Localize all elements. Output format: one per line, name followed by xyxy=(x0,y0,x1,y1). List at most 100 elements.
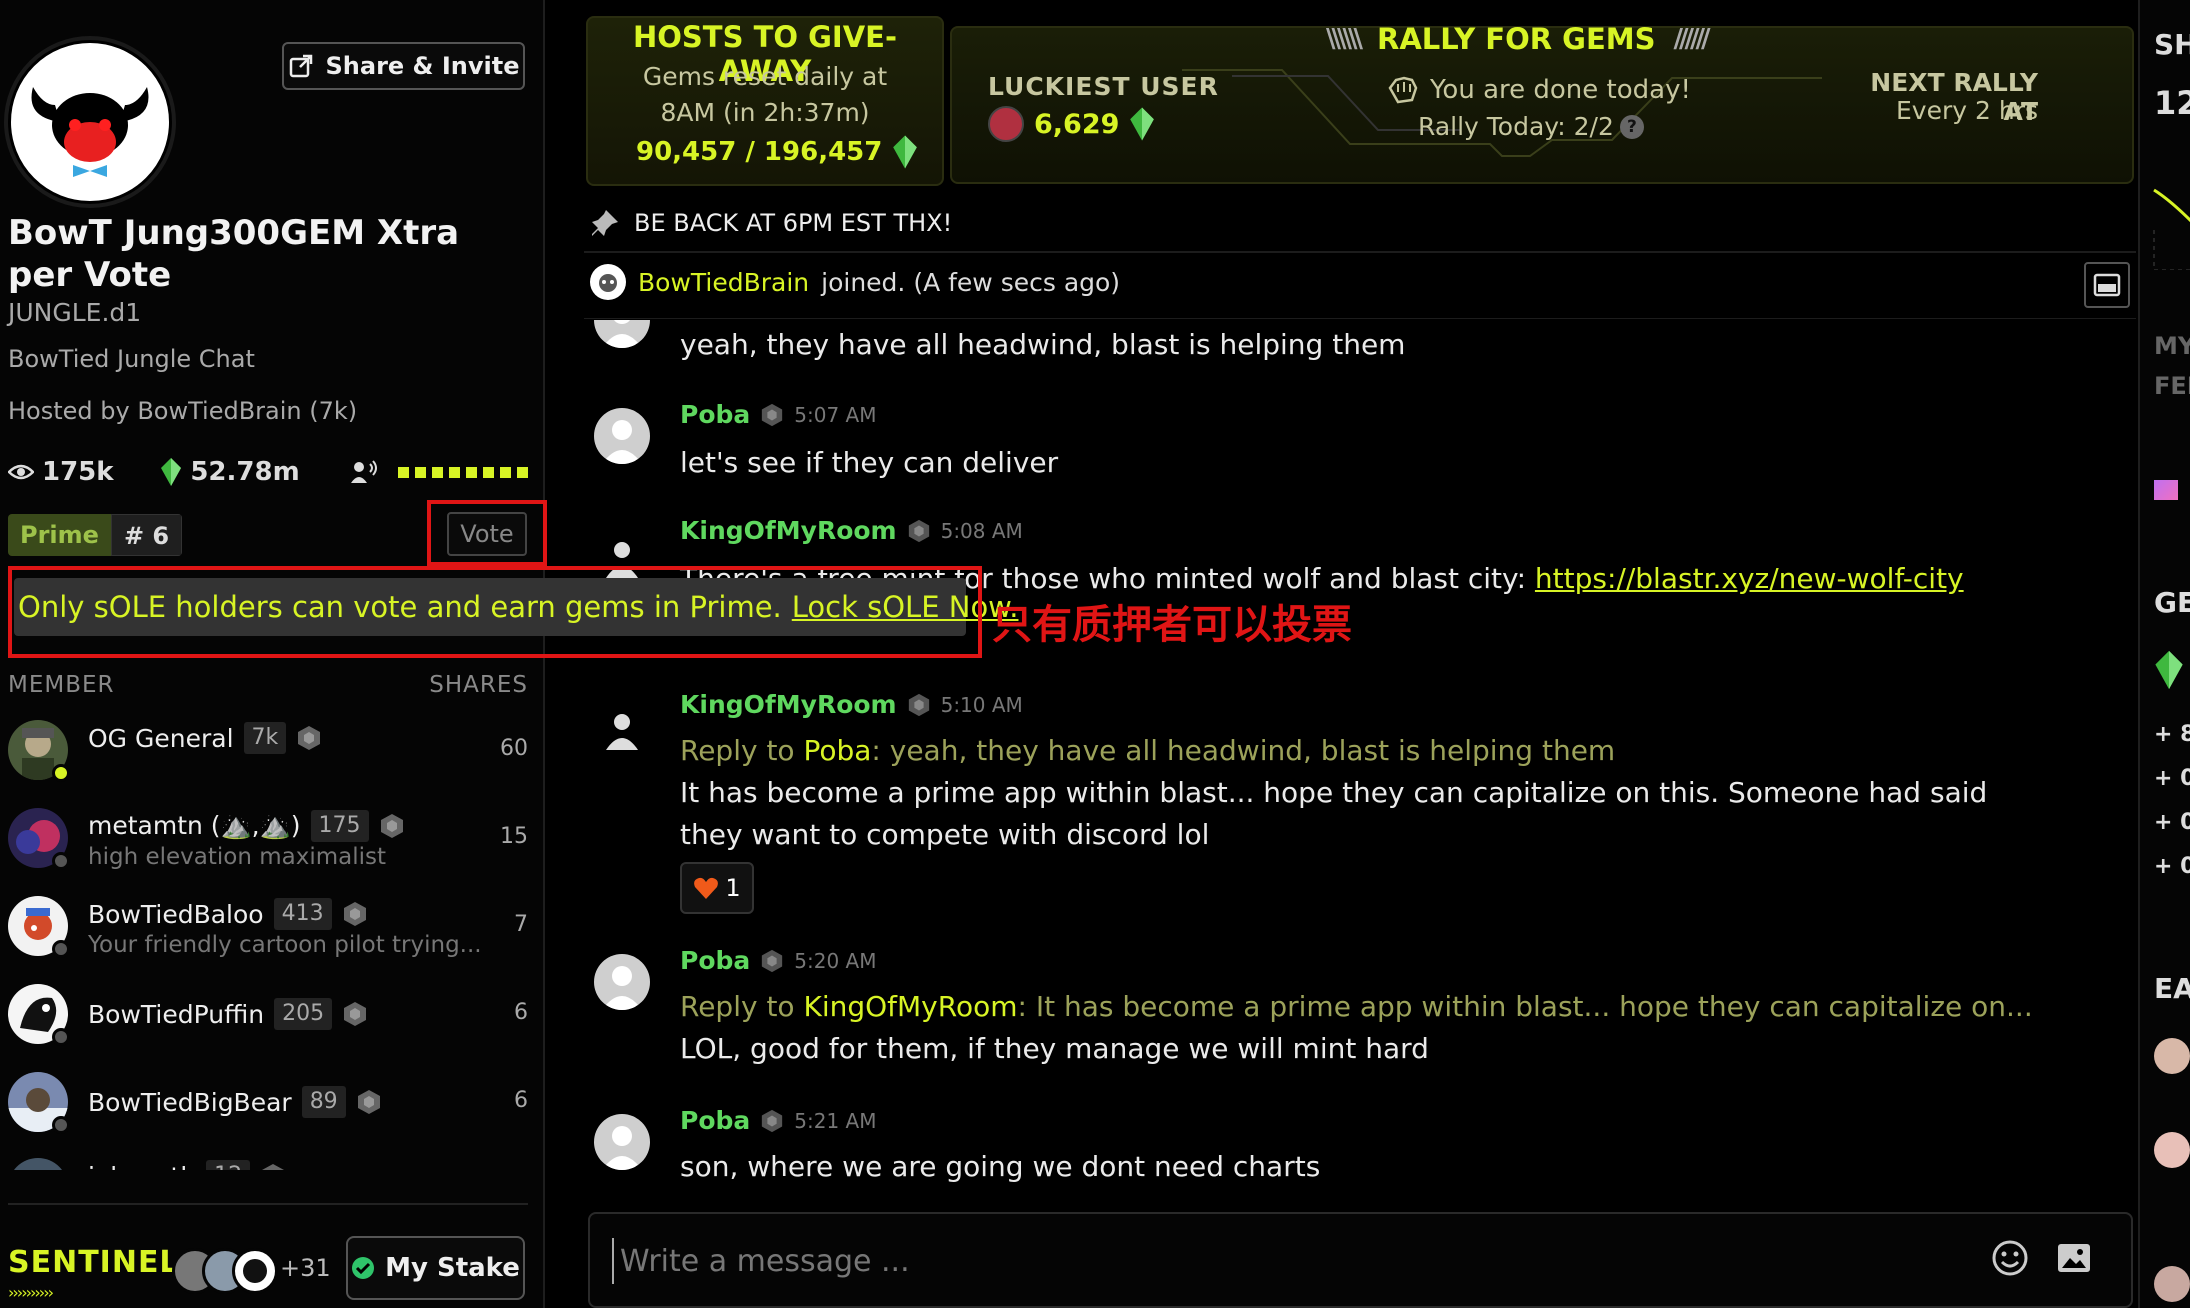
member-shares-badge: 413 xyxy=(273,898,332,930)
pinned-announcement: BE BACK AT 6PM EST THX! xyxy=(590,208,952,238)
message-time: 5:10 AM xyxy=(940,692,1023,717)
right-panel-text: FEI xyxy=(2154,372,2190,400)
share-invite-button[interactable]: Share & Invite xyxy=(282,42,525,90)
room-avatar xyxy=(8,40,172,204)
help-icon[interactable]: ? xyxy=(1619,114,1644,139)
annotation-note: 只有质押者可以投票 xyxy=(992,602,1352,648)
attach-image-button[interactable] xyxy=(2054,1238,2094,1278)
app-root: { "room": { "share_label": "Share & Invi… xyxy=(0,0,2190,1308)
sentinel-label: SENTINEL xyxy=(8,1245,180,1280)
pin-icon xyxy=(592,210,618,236)
rally-meter-bar xyxy=(398,466,528,478)
message-author[interactable]: Poba 5:20 AM xyxy=(680,946,876,975)
member-share-count: 6 xyxy=(514,1088,528,1113)
member-share-count: 15 xyxy=(500,824,528,849)
hexagon-badge-icon xyxy=(908,519,929,542)
prime-badge: Prime # 6 xyxy=(8,514,183,556)
hexagon-badge-icon xyxy=(343,902,366,926)
hexagon-badge-icon xyxy=(762,949,783,972)
message-list: yeah, they have all headwind, blast is h… xyxy=(584,320,2136,1200)
prime-rank: # 6 xyxy=(110,514,183,556)
my-stake-button[interactable]: My Stake xyxy=(346,1236,525,1300)
member-row[interactable]: BowTiedPuffin 205 6 xyxy=(8,984,528,1052)
heart-reaction[interactable]: 1 xyxy=(680,862,754,914)
member-name-text: BowTiedBigBear xyxy=(88,1087,292,1117)
message-text: son, where we are going we dont need cha… xyxy=(680,1150,1321,1183)
right-panel-text: + 0 xyxy=(2154,810,2190,835)
message-author[interactable]: KingOfMyRoom 5:08 AM xyxy=(680,516,1023,545)
collapse-panel-button[interactable] xyxy=(2084,262,2130,308)
message-text: It has become a prime app within blast..… xyxy=(680,776,1988,809)
offline-status-dot xyxy=(52,1028,70,1046)
bull-logo-icon xyxy=(31,87,149,177)
member-row[interactable]: BowTiedBaloo 413 Your friendly cartoon p… xyxy=(8,896,528,964)
message-time: 5:08 AM xyxy=(940,518,1023,543)
room-stats: 175k 52.78m xyxy=(8,452,528,492)
next-rally-value: Every 2 hrs xyxy=(1896,96,2038,125)
reply-quote[interactable]: Reply to Poba: yeah, they have all headw… xyxy=(680,734,1615,767)
member-shares-badge: 7k xyxy=(243,722,287,754)
member-bio: Your friendly cartoon pilot trying... xyxy=(88,932,482,958)
reply-to-name: KingOfMyRoom xyxy=(803,990,1018,1023)
gems-count: 52.78m xyxy=(190,457,300,487)
member-name-text: OG General xyxy=(88,723,234,753)
author-name: KingOfMyRoom xyxy=(680,516,897,545)
reply-quote[interactable]: Reply to KingOfMyRoom: It has become a p… xyxy=(680,990,2033,1023)
sentinel-arrows: ›››››››››› xyxy=(8,1283,54,1302)
vote-highlight-box xyxy=(427,500,547,566)
hexagon-badge-icon xyxy=(262,1164,285,1170)
sentinel-count: +31 xyxy=(280,1254,331,1282)
member-row[interactable]: OG General 7k 60 xyxy=(8,720,528,788)
offline-status-dot xyxy=(52,1116,70,1134)
message-link[interactable]: https://blastr.xyz/new-wolf-city xyxy=(1535,562,1964,595)
emoji-button[interactable] xyxy=(1990,1238,2030,1278)
right-panel-text: GE xyxy=(2154,586,2190,619)
member-row[interactable]: BowTiedBigBear 89 6 xyxy=(8,1072,528,1140)
member-list: OG General 7k 60 metamtn (⛰️,⛰️) 175 hig… xyxy=(0,718,545,1170)
right-panel-text: + 0 xyxy=(2154,766,2190,791)
external-link-icon xyxy=(289,54,312,78)
sentinel-avatars[interactable] xyxy=(172,1248,278,1294)
room-code: JUNGLE.d1 xyxy=(8,298,142,327)
right-panel-text: + 0 xyxy=(2154,854,2190,879)
joined-user[interactable]: BowTiedBrain xyxy=(638,268,809,297)
message-time: 5:07 AM xyxy=(794,402,877,427)
prime-label: Prime xyxy=(8,514,111,556)
panel-icon xyxy=(2093,273,2121,297)
member-share-count: 60 xyxy=(500,736,528,761)
hosts-reset-time: 8AM (in 2h:37m) xyxy=(660,98,870,127)
reply-quote-text: : It has become a prime app within blast… xyxy=(1017,990,2033,1023)
avatar xyxy=(8,1158,68,1170)
right-panel-text: SH xyxy=(2154,28,2190,61)
members-header: MEMBER SHARES xyxy=(8,672,528,698)
member-name-text: joker.eth xyxy=(88,1162,196,1171)
hexagon-badge-icon xyxy=(762,1109,783,1132)
message-author[interactable]: Poba 5:07 AM xyxy=(680,400,876,429)
message-author[interactable]: Poba 5:21 AM xyxy=(680,1106,876,1135)
rally-today: Rally Today: 2/2 ? xyxy=(1418,112,1644,141)
message-text: yeah, they have all headwind, blast is h… xyxy=(680,328,1406,361)
offline-status-dot xyxy=(52,852,70,870)
message-author[interactable]: KingOfMyRoom 5:10 AM xyxy=(680,690,1023,719)
avatar xyxy=(232,1248,278,1294)
message-time: 5:21 AM xyxy=(794,1108,877,1133)
online-status-dot xyxy=(52,764,70,782)
luckiest-user-label: LUCKIEST USER xyxy=(988,72,1219,101)
message-input[interactable] xyxy=(612,1238,1952,1284)
eye-icon xyxy=(8,464,34,480)
member-row[interactable]: joker.eth 12 xyxy=(8,1158,528,1170)
right-panel-text: EA xyxy=(2154,972,2190,1005)
avatar xyxy=(594,954,650,1010)
reply-prefix: Reply to xyxy=(680,990,795,1023)
gems-stat: 52.78m xyxy=(160,457,346,487)
sidebar-divider xyxy=(8,1203,528,1205)
room-host: Hosted by BowTiedBrain (7k) xyxy=(8,397,358,425)
avatar xyxy=(2154,1038,2190,1074)
luckiest-user-value[interactable]: 6,629 xyxy=(988,106,1155,142)
member-name-text: BowTiedPuffin xyxy=(88,999,265,1029)
message-text: they want to compete with discord lol xyxy=(680,818,1210,851)
shares-column-header: SHARES xyxy=(429,672,528,698)
smiley-icon xyxy=(1992,1240,2028,1276)
member-row[interactable]: metamtn (⛰️,⛰️) 175 high elevation maxim… xyxy=(8,808,528,876)
hosts-progress-value: 90,457 / 196,457 xyxy=(636,137,883,167)
